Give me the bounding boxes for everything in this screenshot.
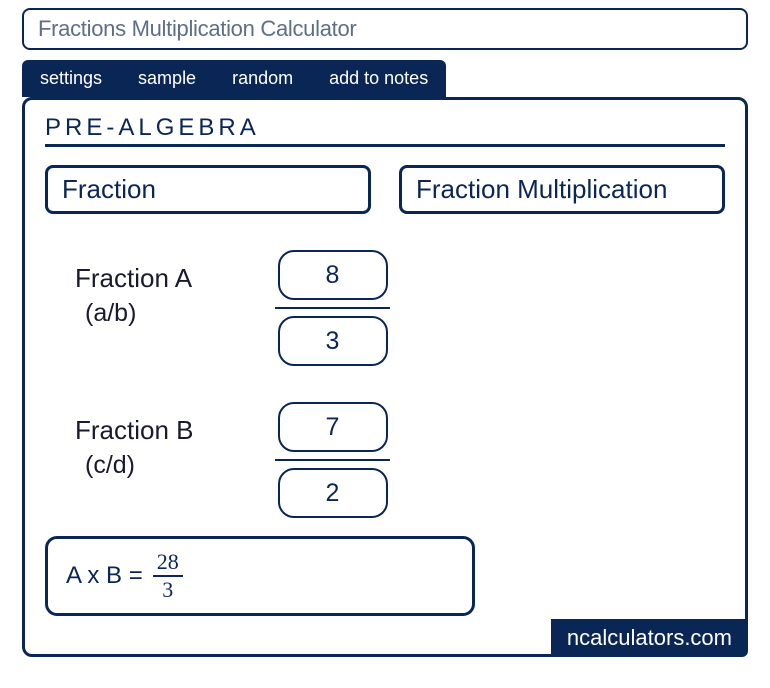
main-panel: PRE-ALGEBRA Fraction Fraction Multiplica… xyxy=(22,97,748,657)
fraction-b-inputs xyxy=(275,402,390,518)
fraction-a-numerator-input[interactable] xyxy=(278,250,388,300)
fraction-a-sublabel: (a/b) xyxy=(85,296,275,331)
result-prefix: A x B = xyxy=(66,562,143,590)
fraction-a-label: Fraction A (a/b) xyxy=(75,250,275,331)
fraction-a-divider xyxy=(275,307,390,309)
fraction-b-label: Fraction B (c/d) xyxy=(75,402,275,483)
result-numerator: 28 xyxy=(153,551,183,573)
tabs-row: settings sample random add to notes xyxy=(22,60,748,97)
result-fraction: 28 3 xyxy=(153,551,183,601)
result-box: A x B = 28 3 xyxy=(45,536,475,616)
select-category[interactable]: Fraction xyxy=(45,165,371,214)
tab-random[interactable]: random xyxy=(214,60,311,97)
tab-sample[interactable]: sample xyxy=(120,60,214,97)
fraction-b-sublabel: (c/d) xyxy=(85,448,275,483)
fraction-b-label-text: Fraction B xyxy=(75,412,275,448)
fraction-b-divider xyxy=(275,459,390,461)
fraction-a-row: Fraction A (a/b) xyxy=(45,250,725,366)
tab-add-to-notes[interactable]: add to notes xyxy=(311,60,446,97)
brand-badge: ncalculators.com xyxy=(551,619,748,657)
fraction-b-denominator-input[interactable] xyxy=(278,468,388,518)
page-title: Fractions Multiplication Calculator xyxy=(22,8,748,50)
fraction-a-label-text: Fraction A xyxy=(75,260,275,296)
result-denominator: 3 xyxy=(158,579,177,601)
section-title: PRE-ALGEBRA xyxy=(45,114,725,147)
select-operation[interactable]: Fraction Multiplication xyxy=(399,165,725,214)
fraction-b-numerator-input[interactable] xyxy=(278,402,388,452)
fraction-a-denominator-input[interactable] xyxy=(278,316,388,366)
tab-settings[interactable]: settings xyxy=(22,60,120,97)
fraction-b-row: Fraction B (c/d) xyxy=(45,402,725,518)
fraction-a-inputs xyxy=(275,250,390,366)
